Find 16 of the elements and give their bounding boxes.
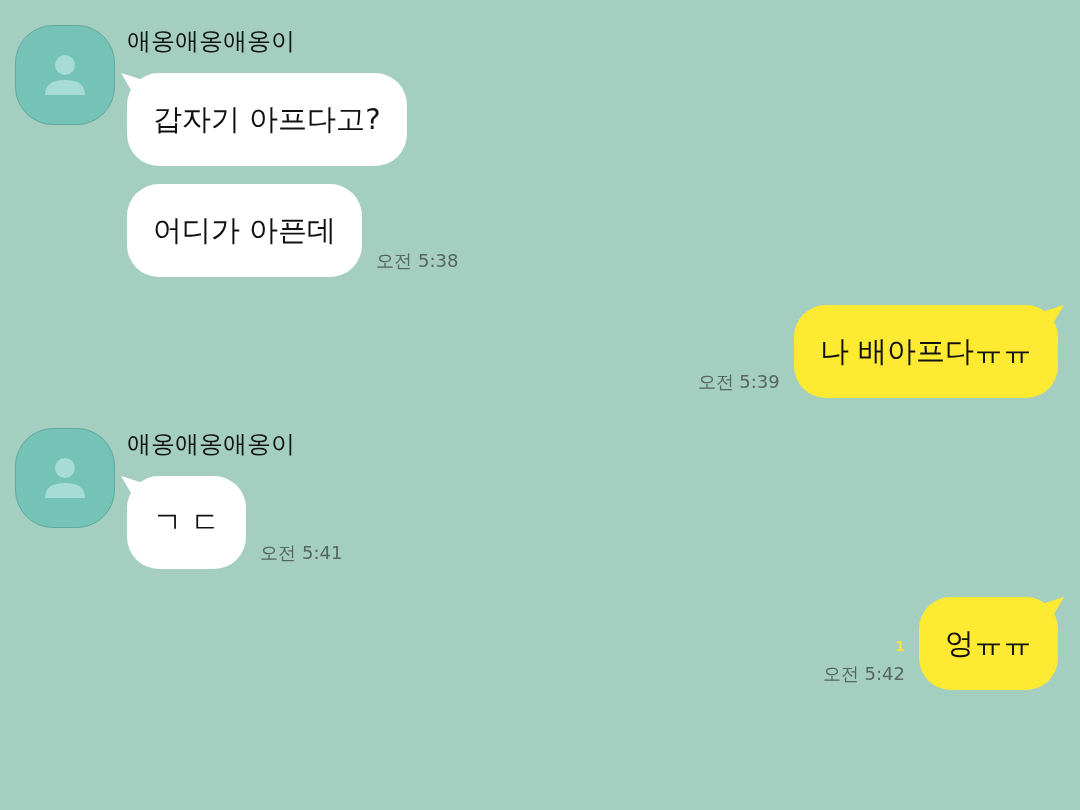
- message-time: 오전 5:39: [697, 370, 780, 394]
- sender-name: 애옹애옹애옹이: [127, 429, 296, 460]
- person-icon: [43, 53, 87, 97]
- message-time: 오전 5:42: [822, 662, 905, 686]
- sender-name: 애옹애옹애옹이: [127, 26, 296, 57]
- message-bubble: 나 배아프다ㅠㅠ: [793, 305, 1058, 398]
- message-time: 오전 5:41: [260, 541, 343, 565]
- message-bubble: 갑자기 아프다고?: [127, 73, 407, 166]
- unread-count: 1: [895, 638, 905, 654]
- message-bubble: 엉ㅠㅠ: [919, 597, 1058, 690]
- message-time: 오전 5:38: [376, 249, 459, 273]
- message-bubble: 어디가 아픈데: [127, 184, 363, 277]
- message-bubble: ㄱ ㄷ: [127, 476, 247, 569]
- person-icon: [43, 456, 87, 500]
- profile-avatar[interactable]: [15, 428, 115, 528]
- profile-avatar[interactable]: [15, 25, 115, 125]
